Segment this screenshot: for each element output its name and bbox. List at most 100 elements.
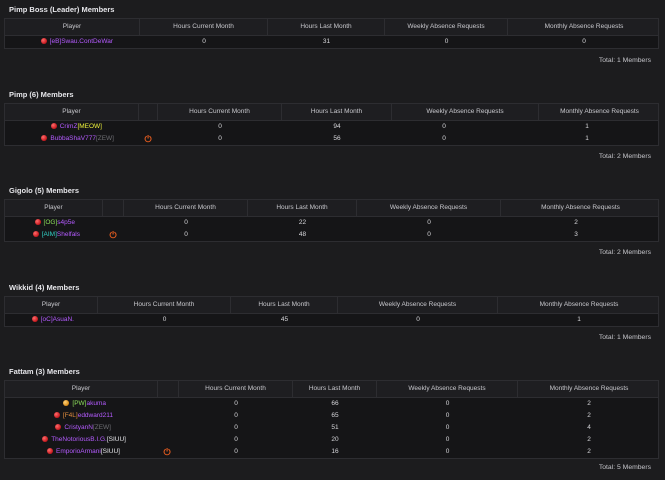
col-hours-last-month[interactable]: Hours Last Month: [248, 200, 357, 217]
player-tag: [AIM]: [41, 231, 57, 238]
status-dot-icon: [34, 218, 41, 225]
player-cell[interactable]: [OG]s4p5e: [5, 217, 75, 229]
col-monthly-absence[interactable]: Monthly Absence Requests: [501, 200, 660, 217]
player-name[interactable]: CrimZ: [60, 123, 78, 130]
col-hours-current-month[interactable]: Hours Current Month: [140, 19, 268, 36]
hours-last-month: 16: [331, 448, 339, 455]
player-name[interactable]: EmporioArmani: [56, 448, 101, 455]
col-weekly-absence[interactable]: Weekly Absence Requests: [357, 200, 501, 217]
col-player[interactable]: Player: [5, 200, 103, 217]
player-cell[interactable]: [oC]AsuaN.: [5, 314, 74, 326]
player-name[interactable]: eddward211: [78, 412, 113, 419]
weekly-absence-requests: 0: [445, 412, 450, 419]
col-spacer: [139, 104, 158, 121]
monthly-absence-requests: 2: [587, 448, 591, 455]
status-dot-icon: [40, 37, 47, 44]
col-monthly-absence[interactable]: Monthly Absence Requests: [508, 19, 660, 36]
members-total: Total: 2 Members: [598, 249, 651, 256]
player-name[interactable]: CristyanN: [64, 424, 93, 431]
col-player[interactable]: Player: [5, 381, 158, 398]
table-row[interactable]: EmporioArmani[SIUU] ⏻ 0 16 0 2: [5, 446, 658, 458]
table-row[interactable]: BubbaShaV777[ZEW] ⏻ 0 56 0 1: [5, 133, 658, 145]
player-cell[interactable]: TheNotoriousB.I.G.[SIUU]: [5, 434, 126, 446]
group-title: Fattam (3) Members: [9, 367, 80, 376]
weekly-absence-requests: 0: [445, 400, 450, 407]
player-name[interactable]: akuma: [86, 400, 106, 407]
weekly-absence-requests: 0: [427, 219, 431, 226]
player-cell[interactable]: CrimZ[MEOW]: [5, 121, 102, 133]
monthly-absence-requests: 1: [585, 135, 589, 142]
power-icon[interactable]: ⏻: [162, 447, 172, 457]
hours-current-month: 0: [184, 219, 188, 226]
table-row[interactable]: [AIM]Shelfals ⏻ 0 48 0 3: [5, 229, 658, 241]
col-weekly-absence[interactable]: Weekly Absence Requests: [392, 104, 539, 121]
col-monthly-absence[interactable]: Monthly Absence Requests: [498, 297, 660, 314]
player-tag: [eB]: [49, 38, 62, 45]
col-hours-current-month[interactable]: Hours Current Month: [98, 297, 231, 314]
monthly-absence-requests: 1: [577, 316, 581, 323]
members-table: Player Hours Current Month Hours Last Mo…: [4, 199, 659, 242]
hours-current-month: 0: [202, 38, 206, 45]
monthly-absence-requests: 2: [574, 219, 578, 226]
player-cell[interactable]: CristyanN[ZEW]: [5, 422, 111, 434]
hours-last-month: 94: [333, 123, 341, 130]
table-row[interactable]: [PW]akuma 0 66 0 2: [5, 398, 658, 410]
player-cell[interactable]: EmporioArmani[SIUU]: [5, 446, 120, 458]
hours-current-month: 0: [162, 316, 167, 323]
col-player[interactable]: Player: [5, 297, 98, 314]
hours-current-month: 0: [234, 424, 238, 431]
player-name[interactable]: BubbaShaV777: [50, 135, 96, 142]
player-cell[interactable]: [AIM]Shelfals: [5, 229, 80, 241]
player-name[interactable]: s4p5e: [57, 219, 75, 226]
player-cell[interactable]: [PW]akuma: [5, 398, 106, 410]
col-hours-current-month[interactable]: Hours Current Month: [158, 104, 282, 121]
table-body: [PW]akuma 0 66 0 2 [F4L]eddward211 0 65 …: [5, 398, 658, 458]
col-weekly-absence[interactable]: Weekly Absence Requests: [385, 19, 508, 36]
player-suffix: [ZEW]: [95, 135, 114, 142]
power-icon[interactable]: ⏻: [143, 134, 153, 144]
members-total: Total: 1 Members: [598, 57, 651, 64]
table-body: CrimZ[MEOW] 0 94 0 1 BubbaShaV777[ZEW] ⏻…: [5, 121, 658, 145]
col-hours-last-month[interactable]: Hours Last Month: [231, 297, 338, 314]
table-header: Player Hours Current Month Hours Last Mo…: [5, 19, 658, 36]
col-hours-current-month[interactable]: Hours Current Month: [179, 381, 293, 398]
col-hours-last-month[interactable]: Hours Last Month: [282, 104, 392, 121]
col-spacer: [158, 381, 179, 398]
col-player[interactable]: Player: [5, 104, 139, 121]
hours-current-month: 0: [218, 135, 222, 142]
col-hours-last-month[interactable]: Hours Last Month: [268, 19, 385, 36]
monthly-absence-requests: 4: [587, 424, 591, 431]
hours-current-month: 0: [234, 448, 238, 455]
table-row[interactable]: [OG]s4p5e 0 22 0 2: [5, 217, 658, 229]
player-name[interactable]: Swau.ContDeWar: [61, 38, 113, 45]
col-hours-last-month[interactable]: Hours Last Month: [293, 381, 377, 398]
col-monthly-absence[interactable]: Monthly Absence Requests: [539, 104, 660, 121]
hours-last-month: 48: [298, 231, 307, 238]
col-player[interactable]: Player: [5, 19, 140, 36]
table-row[interactable]: CristyanN[ZEW] 0 51 0 4: [5, 422, 658, 434]
col-weekly-absence[interactable]: Weekly Absence Requests: [338, 297, 498, 314]
table-row[interactable]: [oC]AsuaN. 0 45 0 1: [5, 314, 658, 326]
player-name[interactable]: AsuaN.: [53, 316, 74, 323]
player-cell[interactable]: [F4L]eddward211: [5, 410, 113, 422]
hours-last-month: 56: [333, 135, 341, 142]
player-cell[interactable]: BubbaShaV777[ZEW]: [5, 133, 114, 145]
col-hours-current-month[interactable]: Hours Current Month: [124, 200, 248, 217]
table-row[interactable]: CrimZ[MEOW] 0 94 0 1: [5, 121, 658, 133]
status-dot-icon: [47, 447, 54, 454]
player-tag: [F4L]: [62, 412, 78, 419]
player-cell[interactable]: [eB]Swau.ContDeWar: [5, 36, 113, 48]
table-row[interactable]: [eB]Swau.ContDeWar 0 31 0 0: [5, 36, 658, 48]
group-title: Gigolo (5) Members: [9, 186, 80, 195]
col-weekly-absence[interactable]: Weekly Absence Requests: [377, 381, 518, 398]
monthly-absence-requests: 1: [585, 123, 589, 130]
player-tag: [OG]: [43, 219, 58, 226]
player-suffix: [MEOW]: [77, 123, 102, 130]
monthly-absence-requests: 2: [587, 400, 591, 407]
col-monthly-absence[interactable]: Monthly Absence Requests: [518, 381, 660, 398]
table-row[interactable]: TheNotoriousB.I.G.[SIUU] 0 20 0 2: [5, 434, 658, 446]
table-row[interactable]: [F4L]eddward211 0 65 0 2: [5, 410, 658, 422]
power-icon[interactable]: ⏻: [108, 230, 118, 240]
player-name[interactable]: TheNotoriousB.I.G.: [51, 436, 107, 443]
player-name[interactable]: Shelfals: [57, 231, 80, 238]
